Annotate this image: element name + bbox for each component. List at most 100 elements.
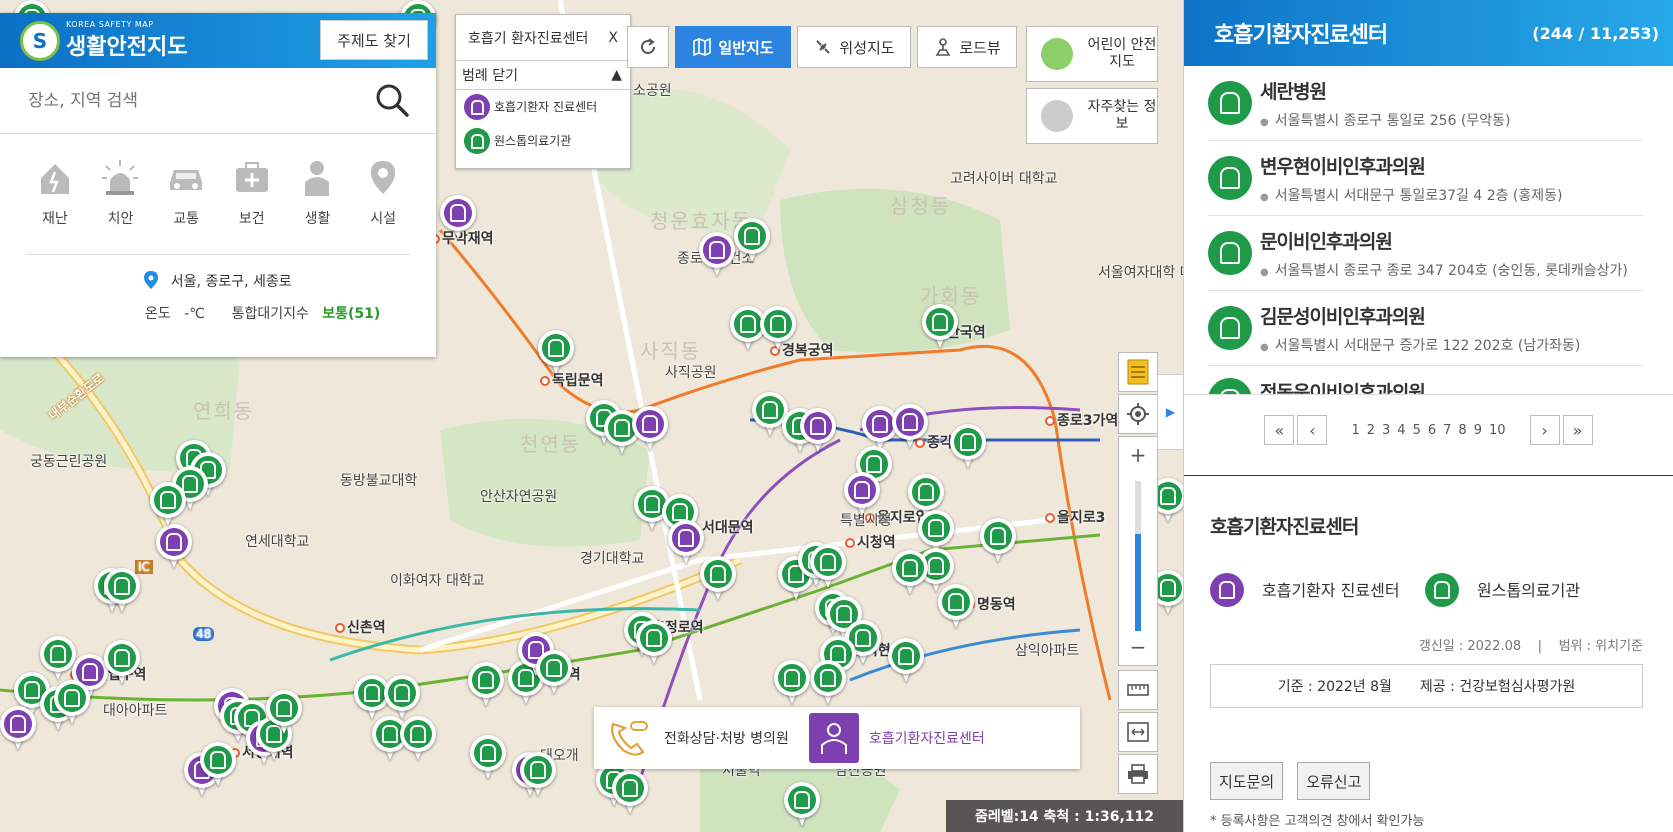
onestop-clinic-marker-icon[interactable] — [784, 782, 820, 828]
page-number[interactable]: 6 — [1426, 423, 1438, 438]
list-item[interactable]: 정동욱이비인후과의원 — [1208, 366, 1643, 394]
district-label: 천연동 — [520, 432, 582, 456]
onestop-clinic-marker-icon[interactable] — [636, 620, 672, 666]
last-page-button[interactable]: » — [1562, 415, 1593, 445]
respiratory-center-marker-icon[interactable] — [440, 195, 476, 241]
respiratory-center-marker-icon[interactable] — [632, 406, 668, 452]
place-label: 연세대학교 — [245, 534, 310, 550]
page-number[interactable]: 8 — [1456, 423, 1468, 438]
page-number[interactable]: 7 — [1441, 423, 1453, 438]
hospital-name: 세란병원 — [1260, 80, 1327, 103]
category-disaster[interactable]: 재난 — [25, 158, 85, 254]
page-number[interactable]: 9 — [1472, 423, 1484, 438]
prev-page-button[interactable]: ‹ — [1297, 415, 1328, 445]
zoom-out-button[interactable]: − — [1119, 635, 1157, 659]
onestop-clinic-marker-icon[interactable] — [612, 770, 648, 816]
page-number[interactable]: 5 — [1411, 423, 1423, 438]
page-number[interactable]: 3 — [1380, 423, 1392, 438]
respiratory-center-marker-icon[interactable] — [800, 408, 836, 454]
page-number[interactable]: 4 — [1395, 423, 1407, 438]
list-item[interactable]: 김문성이비인후과의원서울특별시 서대문구 증가로 122 202호 (남가좌동) — [1208, 291, 1643, 366]
onestop-clinic-marker-icon[interactable] — [266, 690, 302, 736]
onestop-clinic-marker-icon[interactable] — [54, 680, 90, 726]
list-item[interactable]: 세란병원서울특별시 종로구 통일로 256 (무악동) — [1208, 66, 1643, 141]
legend-collapse-button[interactable]: 범례 닫기 ▲ — [456, 60, 630, 90]
respiratory-center-marker-icon[interactable] — [0, 706, 36, 752]
error-report-button[interactable]: 오류신고 — [1297, 762, 1371, 800]
onestop-clinic-marker-icon[interactable] — [520, 752, 556, 798]
tab-phone-consult[interactable]: 전화상담·처방 병의원 — [594, 707, 799, 769]
onestop-clinic-marker-icon[interactable] — [810, 660, 846, 706]
zoom-in-button[interactable]: + — [1119, 443, 1157, 467]
onestop-clinic-marker-icon[interactable] — [536, 650, 572, 696]
onestop-clinic-icon — [1425, 573, 1459, 607]
onestop-clinic-marker-icon[interactable] — [892, 550, 928, 596]
onestop-clinic-marker-icon[interactable] — [468, 662, 504, 708]
onestop-clinic-marker-icon[interactable] — [104, 568, 140, 614]
tab-respiratory-center[interactable]: 호흡기환자진료센터 — [799, 707, 995, 769]
respiratory-center-marker-icon[interactable] — [668, 520, 704, 566]
marker-core — [788, 786, 816, 814]
panel-collapse-button[interactable]: ▶ — [1157, 374, 1183, 450]
my-location-button[interactable] — [1118, 394, 1158, 434]
list-item[interactable]: 변우현이비인후과의원서울특별시 서대문구 통일로37길 4 2층 (홍제동) — [1208, 141, 1643, 216]
onestop-clinic-marker-icon[interactable] — [150, 482, 186, 528]
general-map-button[interactable]: 일반지도 — [675, 26, 791, 68]
roadview-button[interactable]: 로드뷰 — [917, 26, 1017, 68]
measure-area-button[interactable] — [1118, 712, 1158, 752]
faq-info-button[interactable]: 자주찾는 정보 — [1026, 88, 1158, 144]
onestop-clinic-marker-icon[interactable] — [700, 556, 736, 602]
onestop-clinic-marker-icon[interactable] — [470, 735, 506, 781]
onestop-clinic-marker-icon[interactable] — [888, 638, 924, 684]
general-map-label: 일반지도 — [718, 38, 774, 57]
tab-label: 전화상담·처방 병의원 — [664, 731, 789, 747]
location-text: 서울, 종로구, 세종로 — [170, 274, 292, 290]
marker-head — [468, 662, 504, 698]
safety-map-logo-icon[interactable]: S — [20, 20, 60, 61]
onestop-clinic-marker-icon[interactable] — [922, 304, 958, 350]
onestop-clinic-marker-icon[interactable] — [538, 330, 574, 376]
print-button[interactable] — [1118, 754, 1158, 794]
category-traffic[interactable]: 교통 — [156, 158, 216, 254]
legend-close-button[interactable]: X — [608, 30, 618, 46]
page-number[interactable]: 2 — [1365, 423, 1377, 438]
next-page-button[interactable]: › — [1529, 415, 1560, 445]
theme-map-button[interactable]: 주제도 찾기 — [320, 20, 428, 60]
onestop-clinic-marker-icon[interactable] — [774, 660, 810, 706]
onestop-clinic-marker-icon[interactable] — [384, 675, 420, 721]
list-item[interactable]: 문이비인후과의원서울특별시 종로구 종로 347 204호 (숭인동, 롯데캐슬… — [1208, 216, 1643, 291]
onestop-clinic-marker-icon[interactable] — [104, 640, 140, 686]
first-page-button[interactable]: « — [1264, 415, 1295, 445]
page-number[interactable]: 10 — [1487, 423, 1508, 438]
map-inquiry-button[interactable]: 지도문의 — [1210, 762, 1284, 800]
respiratory-center-marker-icon[interactable] — [892, 404, 928, 450]
onestop-clinic-marker-icon[interactable] — [810, 544, 846, 590]
satellite-map-button[interactable]: 위성지도 — [797, 26, 911, 68]
child-safety-map-button[interactable]: 어린이 안전지도 — [1026, 26, 1158, 82]
category-health[interactable]: 보건 — [222, 158, 282, 254]
onestop-clinic-marker-icon[interactable] — [950, 424, 986, 470]
page-number[interactable]: 1 — [1349, 423, 1361, 438]
onestop-clinic-marker-icon[interactable] — [980, 518, 1016, 564]
onestop-clinic-marker-icon[interactable] — [200, 742, 236, 788]
category-living[interactable]: 생활 — [287, 158, 347, 254]
place-label: 이화여자 대학교 — [390, 573, 485, 589]
onestop-clinic-marker-icon[interactable] — [734, 218, 770, 264]
respiratory-center-marker-icon[interactable] — [156, 524, 192, 570]
search-icon[interactable] — [374, 82, 410, 118]
marker-core — [388, 679, 416, 707]
category-facility[interactable]: 시설 — [353, 158, 413, 254]
onestop-clinic-marker-icon[interactable] — [400, 716, 436, 762]
refresh-button[interactable] — [627, 26, 669, 68]
place-label: 안산자연공원 — [480, 489, 558, 505]
basis-date: 기준 : 2022년 8월 — [1277, 679, 1392, 695]
zoom-slider[interactable] — [1135, 481, 1141, 631]
layer-toggle-button[interactable] — [1118, 352, 1158, 392]
onestop-clinic-marker-icon[interactable] — [938, 584, 974, 630]
respiratory-center-marker-icon[interactable] — [844, 472, 880, 518]
category-police[interactable]: 치안 — [90, 158, 150, 254]
search-input[interactable] — [28, 90, 348, 111]
respiratory-center-marker-icon[interactable] — [699, 232, 735, 278]
measure-distance-button[interactable] — [1118, 670, 1158, 710]
onestop-clinic-marker-icon[interactable] — [760, 306, 796, 352]
